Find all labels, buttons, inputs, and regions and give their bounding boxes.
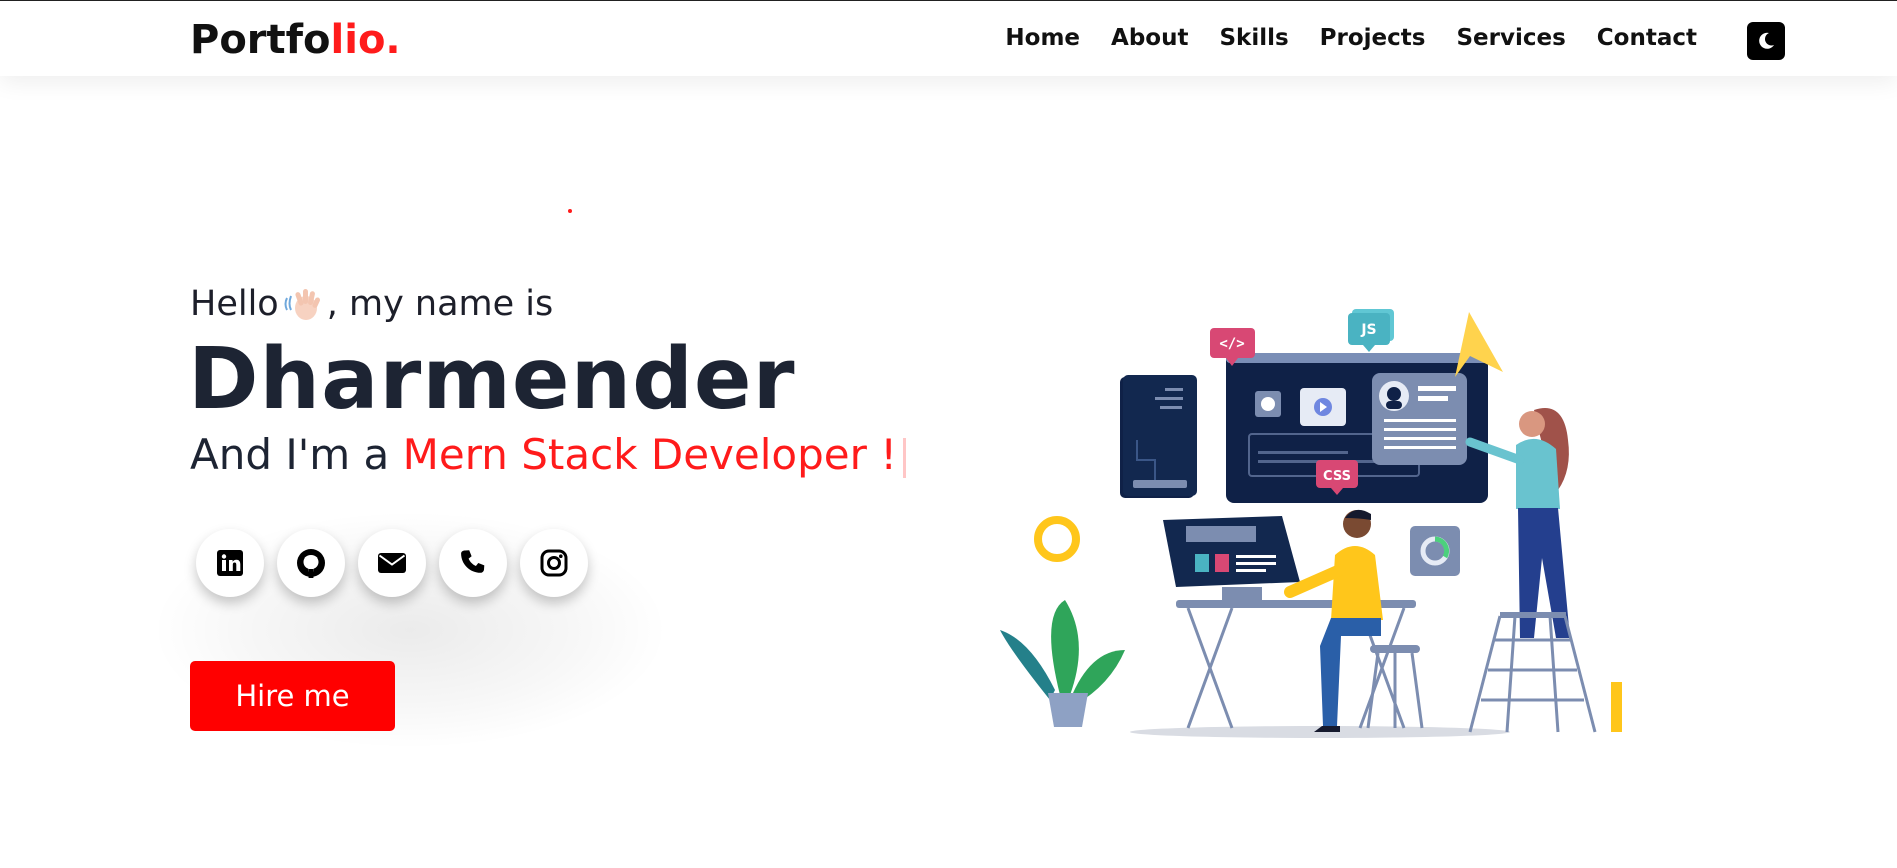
developer-illustration: </> JS CSS	[1000, 309, 1622, 738]
role-prefix: And I'm a	[190, 430, 403, 479]
theme-toggle-button[interactable]	[1747, 22, 1785, 60]
nav-link-projects[interactable]: Projects	[1320, 25, 1426, 51]
instagram-icon	[540, 549, 568, 577]
nav-link-about[interactable]: About	[1111, 25, 1188, 51]
github-button[interactable]	[277, 529, 345, 597]
logo[interactable]: Portfolio.	[190, 17, 401, 63]
code-tag-text: </>	[1219, 336, 1244, 352]
github-icon	[297, 549, 325, 578]
nav-link-contact[interactable]: Contact	[1597, 25, 1697, 51]
server-panel	[1120, 375, 1197, 498]
moon-icon	[1759, 32, 1774, 49]
social-links	[196, 529, 588, 597]
phone-icon	[461, 550, 485, 573]
logo-main-text: Portfo	[190, 17, 331, 63]
instagram-button[interactable]	[520, 529, 588, 597]
typing-cursor	[903, 437, 907, 478]
linkedin-button[interactable]	[196, 529, 264, 597]
chart-widget	[1410, 526, 1460, 576]
yellow-ring	[1034, 516, 1080, 562]
navbar: Portfolio. Home About Skills Projects Se…	[0, 1, 1897, 76]
css-tag-text: CSS	[1323, 469, 1351, 484]
profile-card	[1372, 373, 1467, 465]
hero-name: Dharmender	[188, 330, 796, 429]
linkedin-icon	[217, 550, 243, 576]
nav-link-services[interactable]: Services	[1456, 25, 1565, 51]
decorative-dot	[568, 209, 572, 213]
nav-link-skills[interactable]: Skills	[1219, 25, 1288, 51]
hire-me-button[interactable]: Hire me	[190, 661, 395, 731]
js-tag-bubble: JS	[1348, 309, 1394, 352]
logo-accent-text: lio.	[330, 17, 401, 63]
hero-role: And I'm a Mern Stack Developer !	[190, 430, 907, 479]
nav-menu: Home About Skills Projects Services Cont…	[1005, 25, 1697, 51]
envelope-icon	[378, 553, 406, 573]
yellow-bar	[1611, 682, 1622, 732]
waving-hand-icon	[284, 289, 320, 320]
hero-greeting: Hello , my name is	[190, 284, 553, 324]
desk-monitor	[1163, 516, 1300, 601]
man-figure	[1284, 509, 1383, 732]
nav-link-home[interactable]: Home	[1005, 25, 1080, 51]
greeting-hello: Hello	[190, 284, 279, 324]
phone-button[interactable]	[439, 529, 507, 597]
role-typed-text: Mern Stack Developer !	[402, 430, 898, 479]
js-tag-text: JS	[1360, 322, 1376, 338]
email-button[interactable]	[358, 529, 426, 597]
potted-plant	[1000, 600, 1125, 727]
greeting-rest: , my name is	[326, 284, 554, 324]
